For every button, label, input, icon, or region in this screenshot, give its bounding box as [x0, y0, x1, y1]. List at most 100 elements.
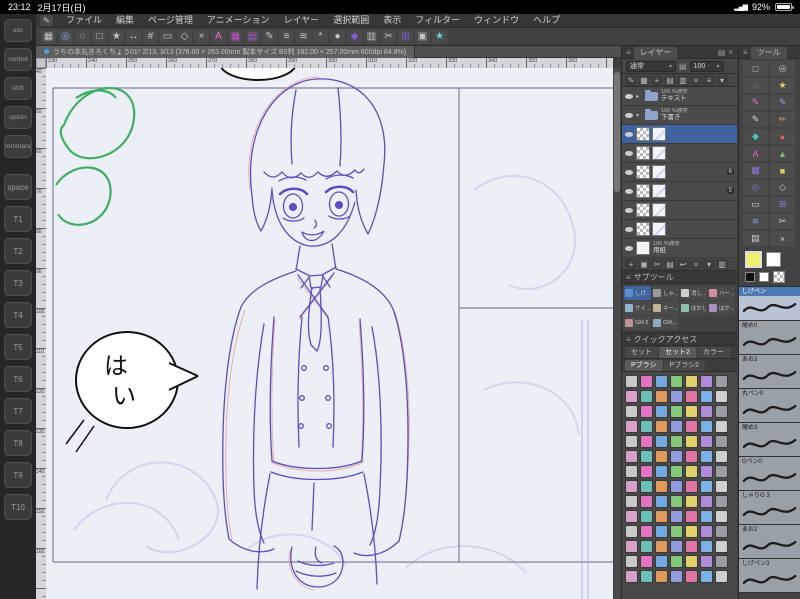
brush-item[interactable]: あお2 — [739, 525, 800, 559]
quick-access-item[interactable] — [700, 435, 713, 448]
scrollbar-thumb[interactable] — [614, 72, 620, 192]
quick-access-item[interactable] — [670, 435, 683, 448]
toolbar-icon[interactable]: ★ — [432, 29, 447, 44]
quick-access-item[interactable] — [625, 435, 638, 448]
brush-item[interactable]: 硬め3 — [739, 423, 800, 457]
tool-icon[interactable]: ★ — [770, 78, 795, 93]
quick-access-item[interactable] — [685, 375, 698, 388]
quick-access-item[interactable] — [625, 555, 638, 568]
visibility-eye-icon[interactable] — [625, 188, 633, 194]
menu-item[interactable]: ページ管理 — [141, 14, 200, 27]
quick-access-item[interactable] — [655, 375, 668, 388]
quick-access-item[interactable] — [625, 390, 638, 403]
quick-access-item[interactable] — [685, 510, 698, 523]
quick-access-item[interactable] — [655, 495, 668, 508]
quick-access-item[interactable] — [700, 450, 713, 463]
subtool-item[interactable]: サイ... — [624, 301, 651, 315]
subtool-item[interactable]: しげ... — [624, 286, 651, 300]
layer-row[interactable]: 5 — [622, 182, 737, 201]
visibility-eye-icon[interactable] — [625, 245, 633, 251]
layer-command-icon[interactable]: ✂ — [651, 258, 663, 270]
menu-item[interactable]: フィルター — [408, 14, 467, 27]
quick-access-item[interactable] — [640, 405, 653, 418]
tool-icon[interactable]: ◌ — [743, 78, 768, 93]
quick-access-item[interactable] — [625, 420, 638, 433]
tool-icon[interactable]: ✎ — [770, 95, 795, 110]
quick-access-item[interactable] — [640, 495, 653, 508]
quick-access-item[interactable] — [625, 540, 638, 553]
edge-key[interactable]: option — [4, 106, 32, 129]
tool-icon[interactable]: ✏ — [770, 112, 795, 127]
quick-access-item[interactable] — [700, 375, 713, 388]
quick-access-item[interactable] — [700, 390, 713, 403]
quick-access-item[interactable] — [700, 510, 713, 523]
menu-item[interactable]: 表示 — [376, 14, 408, 27]
tool-icon[interactable]: ✂ — [770, 214, 795, 229]
menu-item[interactable]: ヘルプ — [526, 14, 567, 27]
menu-item[interactable]: ファイル — [59, 14, 109, 27]
quick-access-item[interactable] — [700, 480, 713, 493]
layer-row[interactable]: 6 — [622, 163, 737, 182]
visibility-eye-icon[interactable] — [625, 207, 633, 213]
quick-access-tab[interactable]: セット2 — [659, 347, 696, 358]
toolbar-icon[interactable]: A — [211, 29, 226, 44]
quick-access-item[interactable] — [655, 480, 668, 493]
edge-key[interactable]: T2 — [4, 238, 32, 264]
quick-access-item[interactable] — [715, 375, 728, 388]
menu-item[interactable]: アニメーション — [200, 14, 277, 27]
brush-item[interactable]: 硬め0 — [739, 321, 800, 355]
toolbar-icon[interactable]: ● — [330, 29, 345, 44]
quick-access-item[interactable] — [670, 570, 683, 583]
toolbar-icon[interactable]: ▥ — [364, 29, 379, 44]
quick-access-item[interactable] — [715, 420, 728, 433]
panel-menu-icon[interactable]: ≡ — [626, 273, 631, 282]
edge-key[interactable]: space — [4, 174, 32, 200]
quick-access-item[interactable] — [625, 570, 638, 583]
quick-access-item[interactable] — [685, 555, 698, 568]
edge-key[interactable]: T8 — [4, 430, 32, 456]
quick-access-item[interactable] — [640, 420, 653, 433]
tool-icon[interactable]: □ — [743, 61, 768, 76]
quick-access-item[interactable] — [685, 390, 698, 403]
quick-access-item[interactable] — [685, 480, 698, 493]
subtool-item[interactable]: ハー... — [708, 286, 735, 300]
quick-access-tab[interactable]: カラー — [696, 347, 730, 358]
quick-access-item[interactable] — [655, 525, 668, 538]
quick-access-item[interactable] — [715, 570, 728, 583]
layer-row[interactable] — [622, 144, 737, 163]
edge-key[interactable]: shift — [4, 77, 32, 100]
quick-access-item[interactable] — [655, 465, 668, 478]
quick-access-item[interactable] — [715, 495, 728, 508]
quick-access-item[interactable] — [655, 570, 668, 583]
quick-access-item[interactable] — [685, 570, 698, 583]
layer-command-icon[interactable]: ▤ — [664, 74, 676, 86]
quick-access-item[interactable] — [715, 525, 728, 538]
panel-menu-icon[interactable]: ≡ — [626, 48, 631, 57]
toolbar-icon[interactable]: ◆ — [347, 29, 362, 44]
toolbar-icon[interactable]: ⊞ — [398, 29, 413, 44]
edge-key[interactable]: T5 — [4, 334, 32, 360]
quick-access-item[interactable] — [655, 540, 668, 553]
tool-icon[interactable]: ◇ — [770, 180, 795, 195]
toolbar-icon[interactable]: ▦ — [41, 29, 56, 44]
canvas-vertical-scrollbar[interactable] — [613, 68, 621, 599]
menu-item[interactable]: レイヤー — [277, 14, 327, 27]
tool-icon[interactable]: ✎ — [743, 112, 768, 127]
quick-access-item[interactable] — [700, 555, 713, 568]
menu-item[interactable]: 選択範囲 — [326, 14, 376, 27]
edge-key[interactable]: T4 — [4, 302, 32, 328]
brush-item[interactable]: しげペン3 — [739, 559, 800, 593]
layer-row[interactable]: 100 %通常 用紙 — [622, 239, 737, 258]
tool-icon[interactable]: ▲ — [770, 146, 795, 161]
tab-tool[interactable]: ツール — [750, 46, 787, 59]
sub-color-swatch[interactable] — [766, 252, 781, 267]
layer-command-icon[interactable]: × — [690, 74, 702, 86]
quick-access-item[interactable] — [670, 405, 683, 418]
subtool-item[interactable]: 消し...2 — [680, 286, 707, 300]
layer-row[interactable] — [622, 125, 737, 144]
visibility-eye-icon[interactable] — [625, 150, 633, 156]
toolbar-icon[interactable]: ◎ — [58, 29, 73, 44]
quick-access-item[interactable] — [670, 510, 683, 523]
quick-access-item[interactable] — [625, 405, 638, 418]
quick-access-item[interactable] — [685, 540, 698, 553]
